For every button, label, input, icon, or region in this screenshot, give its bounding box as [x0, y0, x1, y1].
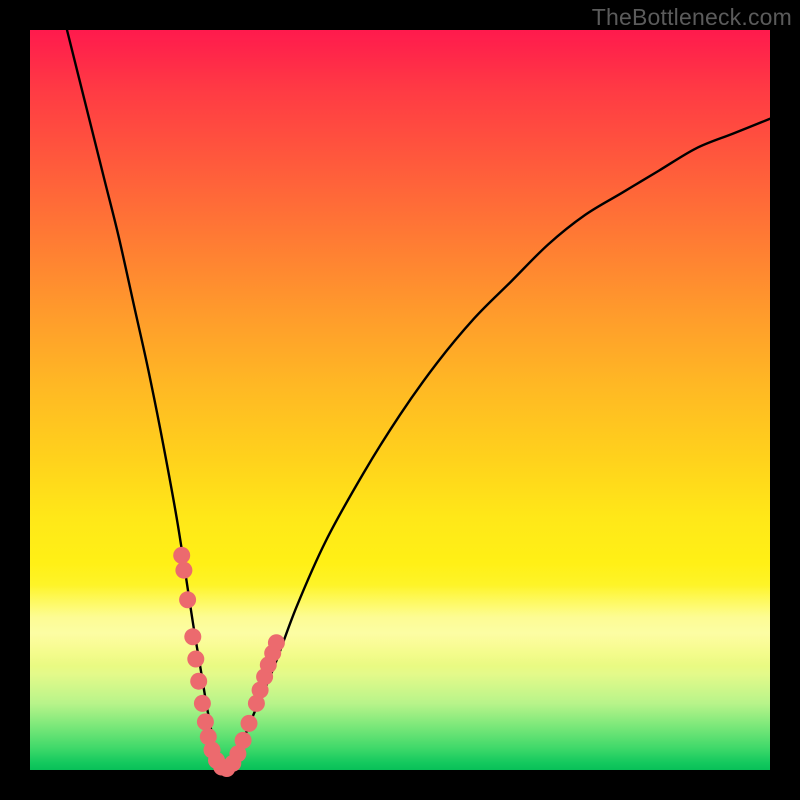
- data-marker: [184, 628, 201, 645]
- data-marker: [175, 562, 192, 579]
- plot-area: [30, 30, 770, 770]
- chart-frame: TheBottleneck.com: [0, 0, 800, 800]
- watermark-text: TheBottleneck.com: [592, 4, 792, 31]
- curve-layer: [30, 30, 770, 770]
- data-marker: [268, 634, 285, 651]
- bottleneck-curve: [67, 30, 770, 772]
- data-marker: [197, 713, 214, 730]
- data-marker: [187, 651, 204, 668]
- data-marker: [190, 673, 207, 690]
- marker-group: [173, 547, 285, 777]
- data-marker: [235, 732, 252, 749]
- data-marker: [173, 547, 190, 564]
- data-marker: [194, 695, 211, 712]
- data-marker: [179, 591, 196, 608]
- data-marker: [241, 715, 258, 732]
